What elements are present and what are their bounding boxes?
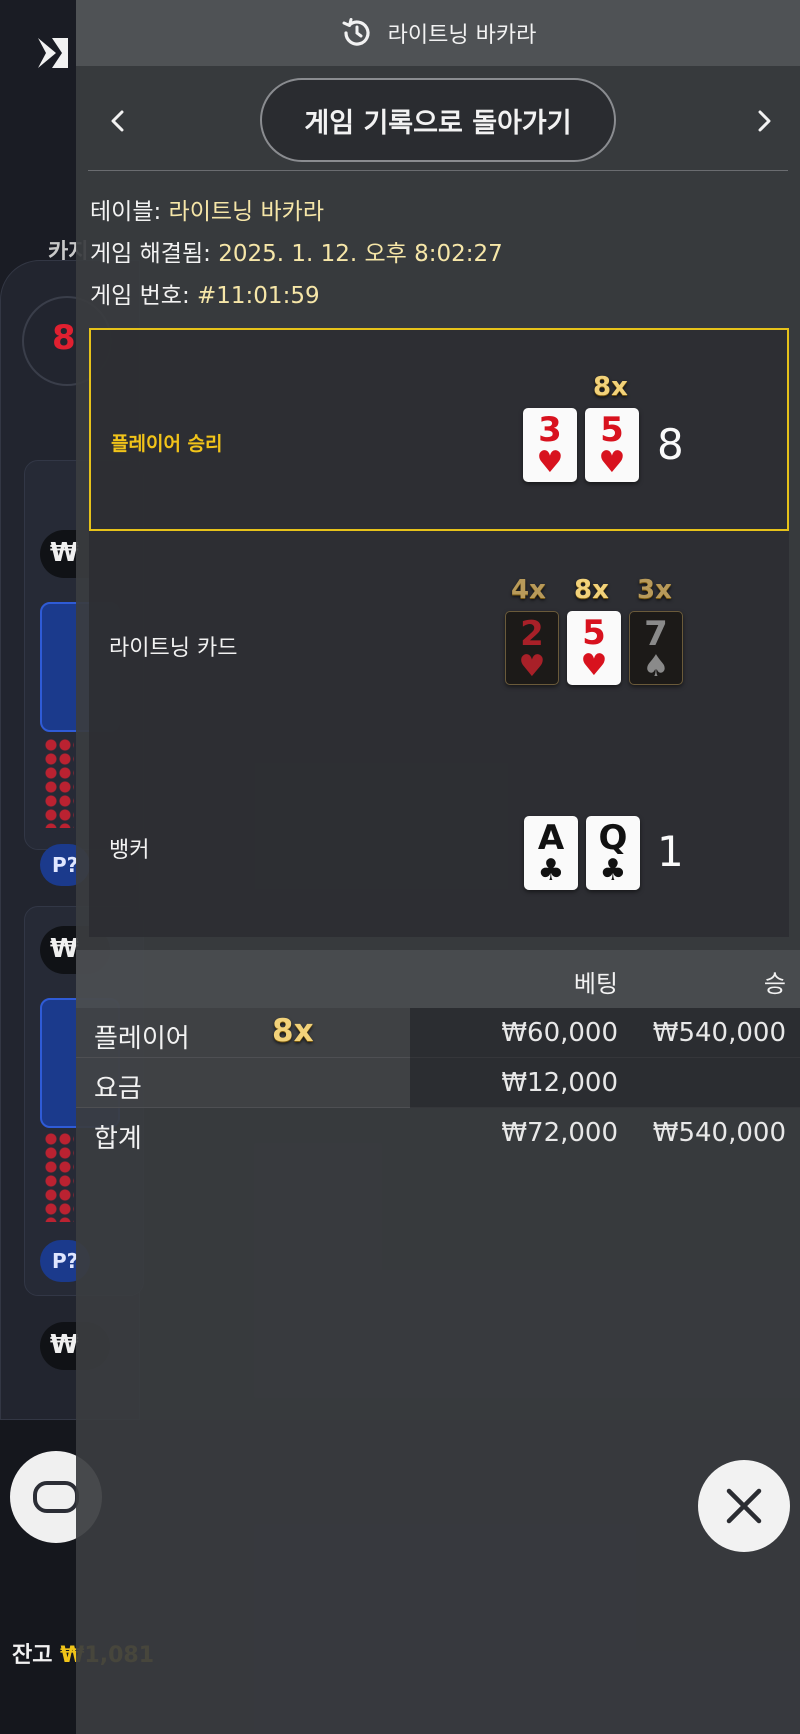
panel-header: 라이트닝 바카라	[76, 0, 800, 66]
background-game-logo: 8	[52, 318, 76, 358]
chevron-left-icon	[111, 110, 124, 132]
player-multiplier: 8x	[593, 372, 628, 402]
lightning-card-3: 7 ♠	[629, 611, 683, 685]
brand-logo-icon	[38, 38, 68, 68]
previous-round-button[interactable]	[96, 98, 142, 144]
app-root: 카지 8 ₩ P? ₩ P? ₩ 잔고 ₩1,081	[0, 0, 800, 1734]
lightning-cards-label: 라이트닝 카드	[109, 636, 238, 661]
card-rank: 5	[600, 410, 624, 450]
history-icon	[342, 18, 370, 46]
resolved-info: 게임 해결됨: 2025. 1. 12. 오후 8:02:27	[90, 234, 503, 268]
road-map	[44, 1132, 74, 1222]
total-label: 합계	[94, 1124, 142, 1154]
total-row: 합계 ₩72,000 ₩540,000	[76, 1108, 800, 1158]
lightning-cards-section: 라이트닝 카드 4x 8x 3x 2 ♥ 5 ♥ 7 ♠	[89, 531, 789, 721]
chip-stack-icon	[33, 1481, 79, 1513]
round-label: 게임 번호:	[90, 283, 190, 309]
close-button[interactable]	[698, 1460, 790, 1552]
card-rank: 5	[582, 613, 606, 653]
heart-suit-icon: ♥	[518, 649, 546, 684]
card-rank: Q	[598, 818, 628, 858]
spade-suit-icon: ♠	[642, 649, 670, 684]
table-value: 라이트닝 바카라	[168, 199, 324, 225]
bet-amount: ₩60,000	[501, 1018, 618, 1048]
table-row: 요금 ₩12,000	[76, 1058, 800, 1108]
table-label: 테이블:	[90, 199, 162, 225]
close-icon	[726, 1488, 762, 1524]
player-card-1: 3 ♥	[523, 408, 577, 482]
banker-card-2: Q ♣	[586, 816, 640, 890]
total-bet: ₩72,000	[501, 1118, 618, 1148]
lightning-multiplier-1: 4x	[511, 575, 546, 605]
player-result-section: 플레이어 승리 8x 3 ♥ 5 ♥ 8	[89, 328, 789, 531]
banker-score: 1	[657, 827, 684, 876]
lightning-multiplier-3: 3x	[637, 575, 672, 605]
lightning-card-1: 2 ♥	[505, 611, 559, 685]
table-info: 테이블: 라이트닝 바카라	[90, 192, 324, 226]
lightning-card-2: 5 ♥	[567, 611, 621, 685]
card-rank: 3	[538, 410, 562, 450]
game-history-panel: 라이트닝 바카라 게임 기록으로 돌아가기 테이블: 라이트닝 바카라 게임 해…	[76, 0, 800, 1734]
resolved-label: 게임 해결됨:	[90, 241, 211, 267]
panel-title: 라이트닝 바카라	[387, 23, 537, 48]
round-info: 게임 번호: #11:01:59	[90, 276, 320, 310]
bets-table-header: 베팅 승	[76, 950, 800, 1008]
table-row: 플레이어 8x ₩60,000 ₩540,000	[76, 1008, 800, 1058]
total-win: ₩540,000	[652, 1118, 786, 1148]
win-column-header: 승	[763, 970, 786, 998]
win-amount: ₩540,000	[652, 1018, 786, 1048]
history-navigation: 게임 기록으로 돌아가기	[76, 76, 800, 166]
card-rank: A	[537, 818, 565, 858]
resolved-value: 2025. 1. 12. 오후 8:02:27	[218, 241, 503, 267]
balance-label: 잔고	[12, 1643, 53, 1668]
card-rank: 7	[644, 614, 668, 654]
divider	[88, 170, 788, 171]
next-round-button[interactable]	[740, 98, 786, 144]
heart-suit-icon: ♥	[580, 648, 608, 683]
heart-suit-icon: ♥	[536, 445, 564, 480]
road-map	[44, 738, 74, 828]
club-suit-icon: ♣	[599, 853, 627, 888]
back-to-history-button[interactable]: 게임 기록으로 돌아가기	[260, 78, 616, 162]
banker-label: 뱅커	[109, 838, 150, 863]
player-score: 8	[657, 420, 684, 469]
bet-column-header: 베팅	[573, 970, 618, 998]
card-rank: 2	[520, 614, 544, 654]
bet-name: 플레이어	[94, 1024, 190, 1054]
banker-result-section: 뱅커 A ♣ Q ♣ 1	[89, 721, 789, 937]
banker-card-1: A ♣	[524, 816, 578, 890]
player-card-2: 5 ♥	[585, 408, 639, 482]
bet-multiplier: 8x	[272, 1013, 314, 1049]
player-win-label: 플레이어 승리	[111, 433, 223, 455]
bet-name: 요금	[94, 1074, 142, 1104]
chevron-right-icon	[758, 110, 771, 132]
club-suit-icon: ♣	[537, 853, 565, 888]
round-value: #11:01:59	[197, 283, 320, 309]
heart-suit-icon: ♥	[598, 445, 626, 480]
lightning-multiplier-2: 8x	[574, 575, 609, 605]
bet-amount: ₩12,000	[501, 1068, 618, 1098]
